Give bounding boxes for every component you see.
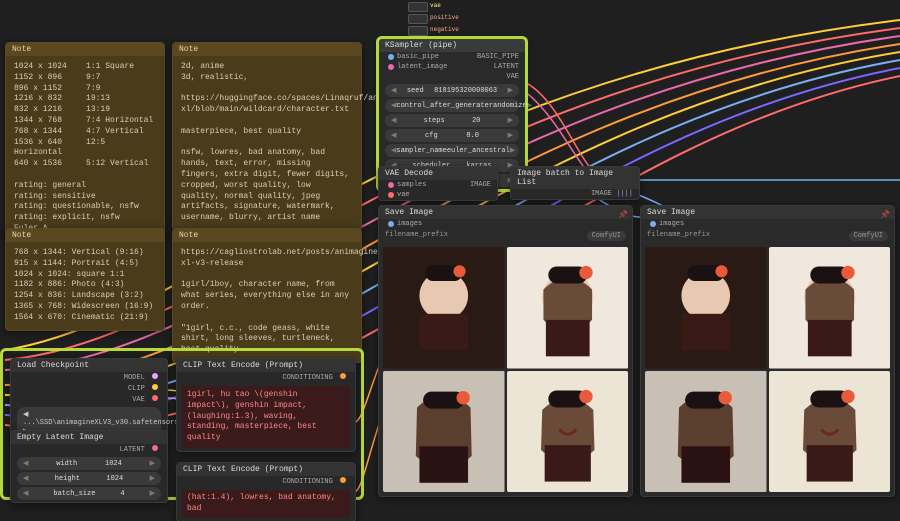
reroute-negative[interactable] bbox=[408, 26, 428, 36]
node-title: Note bbox=[173, 229, 361, 242]
prefix-label: filename_prefix bbox=[385, 231, 448, 241]
node-title: Image batch to Image List bbox=[511, 167, 639, 189]
prefix-value[interactable]: ComfyUI bbox=[587, 231, 626, 241]
image-batch-to-list-node[interactable]: Image batch to Image List IMAGE |||| bbox=[510, 166, 640, 200]
slot-row: CONDITIONING bbox=[177, 476, 355, 487]
control-widget[interactable]: ◀control_after_generaterandomize▶ bbox=[385, 99, 519, 112]
node-title: VAE Decode bbox=[379, 167, 497, 180]
slot-row: MODEL bbox=[11, 372, 167, 383]
sampler-widget[interactable]: ◀sampler_nameeuler_ancestral▶ bbox=[385, 144, 519, 157]
note-resolutions-2[interactable]: Note 768 x 1344: Vertical (9:16) 915 x 1… bbox=[5, 228, 165, 331]
note-body: 2d, anime 3d, realistic, https://hugging… bbox=[173, 56, 361, 230]
output-thumb[interactable] bbox=[383, 247, 505, 369]
node-title: Note bbox=[6, 43, 164, 56]
prompt-textarea[interactable]: 1girl, hu tao \(genshin impact\), genshi… bbox=[182, 386, 350, 448]
slot-row: basic_pipeBASIC_PIPE bbox=[379, 52, 525, 62]
pin-icon: 📌 bbox=[880, 210, 890, 220]
output-thumb[interactable] bbox=[645, 371, 767, 493]
output-thumb[interactable] bbox=[507, 247, 629, 369]
note-prompts-2[interactable]: Note https://cagliostrolab.net/posts/ani… bbox=[172, 228, 362, 363]
output-thumb[interactable] bbox=[645, 247, 767, 369]
slot-row: VAE bbox=[379, 72, 525, 82]
clip-text-encode-negative[interactable]: CLIP Text Encode (Prompt) CONDITIONING (… bbox=[176, 462, 356, 521]
height-widget[interactable]: ◀height1024▶ bbox=[17, 472, 161, 485]
slot-row: CONDITIONING bbox=[177, 372, 355, 383]
output-thumb[interactable] bbox=[507, 371, 629, 493]
prefix-label: filename_prefix bbox=[647, 231, 710, 241]
slot-row: IMAGE |||| bbox=[511, 189, 639, 199]
slot-row: CLIP bbox=[11, 383, 167, 394]
save-image-node-2[interactable]: Save Image📌 images filename_prefix ComfyU… bbox=[640, 205, 895, 497]
node-title: KSampler (pipe) bbox=[379, 39, 525, 52]
reroute-label: negative bbox=[430, 26, 459, 33]
node-title: Save Image📌 bbox=[379, 206, 632, 219]
image-grid bbox=[379, 243, 632, 496]
width-widget[interactable]: ◀width1024▶ bbox=[17, 457, 161, 470]
slot-row: images bbox=[379, 219, 632, 229]
slot-row: vae bbox=[379, 190, 497, 200]
note-prompts-1[interactable]: Note 2d, anime 3d, realistic, https://hu… bbox=[172, 42, 362, 231]
slot-row: latent_imageLATENT bbox=[379, 62, 525, 72]
slot-row: samplesIMAGE bbox=[379, 180, 497, 190]
slot-row: LATENT bbox=[11, 444, 167, 455]
empty-latent-node[interactable]: Empty Latent Image LATENT ◀width1024▶ ◀h… bbox=[10, 430, 168, 503]
output-thumb[interactable] bbox=[383, 371, 505, 493]
slot-row: VAE bbox=[11, 394, 167, 405]
node-title: Note bbox=[173, 43, 361, 56]
node-title: Load Checkpoint bbox=[11, 359, 167, 372]
reroute-label: vae bbox=[430, 2, 441, 9]
slot-row: images bbox=[641, 219, 894, 229]
node-title: CLIP Text Encode (Prompt) bbox=[177, 463, 355, 476]
reroute-positive[interactable] bbox=[408, 14, 428, 24]
clip-text-encode-positive[interactable]: CLIP Text Encode (Prompt) CONDITIONING 1… bbox=[176, 358, 356, 452]
node-title: Save Image📌 bbox=[641, 206, 894, 219]
reroute-vae[interactable] bbox=[408, 2, 428, 12]
reroute-label: positive bbox=[430, 14, 459, 21]
save-image-node-1[interactable]: Save Image📌 images filename_prefix ComfyU… bbox=[378, 205, 633, 497]
prefix-value[interactable]: ComfyUI bbox=[849, 231, 888, 241]
batch-widget[interactable]: ◀batch_size4▶ bbox=[17, 487, 161, 500]
note-body: https://cagliostrolab.net/posts/animagin… bbox=[173, 242, 361, 362]
pin-icon: 📌 bbox=[618, 210, 628, 220]
cfg-widget[interactable]: ◀cfg8.0▶ bbox=[385, 129, 519, 142]
output-thumb[interactable] bbox=[769, 371, 891, 493]
node-title: CLIP Text Encode (Prompt) bbox=[177, 359, 355, 372]
output-thumb[interactable] bbox=[769, 247, 891, 369]
seed-widget[interactable]: ◀seed818195320000063▶ bbox=[385, 84, 519, 97]
note-body: 1024 x 1024 1:1 Square 1152 x 896 9:7 89… bbox=[6, 56, 164, 241]
node-title: Note bbox=[6, 229, 164, 242]
image-grid bbox=[641, 243, 894, 496]
steps-widget[interactable]: ◀steps20▶ bbox=[385, 114, 519, 127]
note-body: 768 x 1344: Vertical (9:16) 915 x 1144: … bbox=[6, 242, 164, 330]
note-resolutions-1[interactable]: Note 1024 x 1024 1:1 Square 1152 x 896 9… bbox=[5, 42, 165, 242]
vae-decode-node[interactable]: VAE Decode samplesIMAGE vae bbox=[378, 166, 498, 201]
node-title: Empty Latent Image bbox=[11, 431, 167, 444]
prompt-textarea[interactable]: (hat:1.4), lowres, bad anatomy, bad bbox=[182, 490, 350, 518]
